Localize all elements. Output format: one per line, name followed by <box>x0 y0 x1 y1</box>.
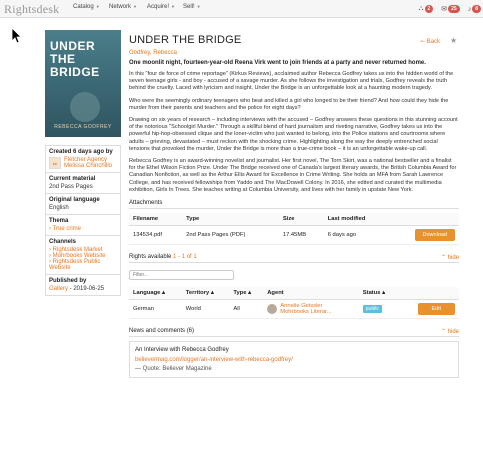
current-material-heading: Current material <box>49 176 96 182</box>
book-sidebar: Created 6 days ago by FA Fletcher Agency… <box>45 145 121 296</box>
nav-network[interactable]: Network ▼ <box>109 4 137 10</box>
attachment-type: 2nd Pass Pages (PDF) <box>182 225 279 246</box>
book-title: UNDER THE BRIDGE <box>129 34 242 46</box>
column-header[interactable]: Language ▴ <box>129 287 182 301</box>
news-item-link[interactable]: believermag.com/logger/an-interview-with… <box>135 357 453 363</box>
book-author-link[interactable]: Godfrey, Rebecca <box>129 50 459 56</box>
agency-logo[interactable]: FA <box>49 157 61 169</box>
original-language-heading: Original language <box>49 197 100 203</box>
column-header: Size <box>278 213 324 227</box>
download-button[interactable]: Download <box>414 229 455 242</box>
rights-table: Language ▴ Territory ▴ Type ▴ Agent Stat… <box>129 287 459 320</box>
description-paragraph: Drawing on six years of research – inclu… <box>129 117 458 152</box>
news-item-quote: — Quote: Believer Magazine <box>135 366 212 373</box>
top-navigation-bar: Rightsdesk Catalog ▼ Network ▼ Acquire! ▼ S… <box>0 0 483 18</box>
edit-button[interactable]: Edit <box>417 303 455 316</box>
rights-range: 1 - 1 of 1 <box>173 254 197 261</box>
cover-figure <box>70 92 100 122</box>
column-header[interactable]: Territory ▴ <box>181 287 230 301</box>
column-header: Filename <box>129 213 183 227</box>
news-item-title: An Interview with Rebecca Godfrey <box>135 347 229 354</box>
author-bio-paragraph: Rebecca Godfrey is an award-winning nove… <box>129 158 457 193</box>
rights-agent[interactable]: Annelie Geissler Mohrbooks Literar... <box>263 299 359 320</box>
cover-author: REBECCA GODFREY <box>54 124 112 130</box>
book-tagline: One moonlit night, fourteen-year-old Ree… <box>129 60 426 66</box>
attachment-size: 17.45MB <box>278 225 324 246</box>
original-language-value: English <box>49 205 69 211</box>
chevron-down-icon: ▼ <box>171 4 175 9</box>
news-hide-toggle[interactable]: ⌃ hide <box>441 328 459 335</box>
channel-link[interactable]: › Rightsdesk Public Website <box>49 259 117 271</box>
attachment-filename: 134534.pdf <box>129 225 183 246</box>
bell-icon: ♪ <box>467 5 472 13</box>
agent-link[interactable]: Melissa Chinchillo <box>64 163 112 169</box>
network-icon: ⛬ <box>418 5 424 12</box>
book-cover[interactable]: UNDER THE BRIDGE REBECCA GODFREY <box>45 30 121 137</box>
created-label: Created 6 days ago by <box>49 149 113 155</box>
table-row: 134534.pdf 2nd Pass Pages (PDF) 17.45MB … <box>129 225 459 246</box>
publication-date: - 2019-06-25 <box>68 286 105 292</box>
published-by-heading: Published by <box>49 278 87 284</box>
network-notifications[interactable]: ⛬ 2 <box>419 5 434 13</box>
column-header: Type <box>182 213 279 227</box>
news-item: An Interview with Rebecca Godfrey believ… <box>129 341 459 379</box>
nav-catalog[interactable]: Catalog ▼ <box>73 4 100 10</box>
book-details: UNDER THE BRIDGE Godfrey, Rebecca One mo… <box>129 34 459 379</box>
chevron-down-icon: ▼ <box>196 4 201 9</box>
channels-heading: Channels <box>49 239 77 245</box>
column-header[interactable]: Agent <box>263 287 359 301</box>
current-material-value: 2nd Pass Pages <box>49 184 93 190</box>
news-heading: News and comments (6) ⌃ hide <box>129 328 459 338</box>
column-header[interactable]: Type ▴ <box>229 287 264 301</box>
rights-filter-input[interactable] <box>129 270 234 281</box>
publisher-link[interactable]: Gallery <box>49 286 68 292</box>
rights-heading: Rights available 1 - 1 of 1 ⌃ hide <box>129 254 459 264</box>
status-badge: public <box>362 305 382 314</box>
mail-icon: ✉ <box>441 6 448 13</box>
avatar <box>267 304 278 315</box>
nav-acquire[interactable]: Acquire! ▼ <box>147 4 175 10</box>
description-paragraph: In this "four de force of crime reportag… <box>129 71 454 92</box>
attachment-modified: 6 days ago <box>323 225 390 246</box>
rights-type: All <box>229 299 264 320</box>
nav-sell[interactable]: Sell! ▼ <box>183 4 201 10</box>
thema-link[interactable]: › True crime <box>49 226 117 232</box>
attachments-heading: Attachments <box>129 200 459 210</box>
rights-language: German <box>129 299 182 320</box>
bell-notifications[interactable]: ♪ 8 <box>468 5 481 13</box>
table-row: German World All Annelie Geissler Mohrboo… <box>129 299 459 320</box>
rights-hide-toggle[interactable]: ⌃ hide <box>441 254 459 261</box>
description-paragraph: Who were the seemingly ordinary teenager… <box>129 97 449 111</box>
cover-title: UNDER THE BRIDGE <box>50 39 100 79</box>
chevron-down-icon: ▼ <box>133 4 137 9</box>
column-header[interactable]: Status ▴ <box>358 287 399 301</box>
app-logo[interactable]: Rightsdesk <box>4 2 59 17</box>
mail-notifications[interactable]: ✉ 25 <box>441 5 460 13</box>
column-header: Last modified <box>323 213 390 227</box>
chevron-down-icon: ▼ <box>95 4 100 9</box>
rights-territory: World <box>181 299 230 320</box>
attachments-table: Filename Type Size Last modified 134534.… <box>129 213 459 246</box>
thema-heading: Thema <box>49 218 69 224</box>
mouse-cursor-icon <box>12 28 22 44</box>
